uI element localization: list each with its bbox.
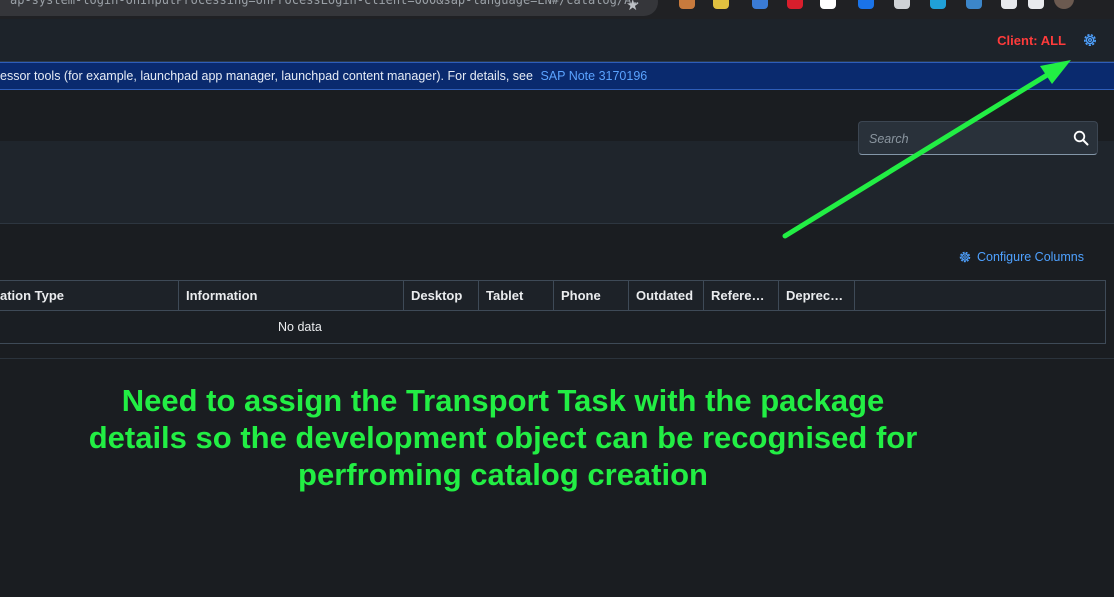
avatar[interactable] [1054,0,1074,9]
banner-text: essor tools (for example, launchpad app … [0,69,533,83]
extension-icon[interactable] [679,0,695,9]
column-header-reference[interactable]: Refere… [704,281,779,310]
extension-icon[interactable] [1001,0,1017,9]
browser-toolbar: ap-system-login-onInputProcessing=onProc… [0,0,1114,19]
extension-icon[interactable] [820,0,836,9]
search-icon[interactable] [1073,130,1089,146]
extension-icon[interactable] [1028,0,1044,9]
gear-icon [959,251,971,263]
address-bar[interactable]: ap-system-login-onInputProcessing=onProc… [0,0,658,16]
no-data-text: No data [278,320,322,334]
column-header-phone[interactable]: Phone [554,281,629,310]
configure-columns-button[interactable]: Configure Columns [958,250,1084,264]
bookmark-star-icon[interactable]: ★ [626,0,639,14]
annotation-line: Need to assign the Transport Task with t… [121,383,885,418]
extension-icon[interactable] [930,0,946,9]
annotation-line: perfroming catalog creation [298,457,708,492]
column-header-type[interactable]: ation Type [0,281,179,310]
settings-gear-icon[interactable] [1082,32,1098,48]
search-input[interactable] [859,122,1071,156]
column-header-deprecated[interactable]: Deprec… [779,281,855,310]
extension-icon[interactable] [787,0,803,9]
extension-icon[interactable] [966,0,982,9]
extension-icon[interactable] [713,0,729,9]
extension-icon[interactable] [894,0,910,9]
client-label: Client: ALL [997,33,1066,48]
column-header-desktop[interactable]: Desktop [404,281,479,310]
divider [0,358,1114,359]
sap-note-link[interactable]: SAP Note 3170196 [540,69,647,83]
info-banner: essor tools (for example, launchpad app … [0,62,1114,90]
extension-icon[interactable] [752,0,768,9]
table-body: No data [0,311,1106,344]
shell-bar: Client: ALL [0,19,1114,62]
column-header-tablet[interactable]: Tablet [479,281,554,310]
annotation-text: Need to assign the Transport Task with t… [0,382,1006,493]
configure-columns-label: Configure Columns [977,250,1084,264]
column-header-outdated[interactable]: Outdated [629,281,704,310]
search-field[interactable] [858,121,1098,156]
column-header-information[interactable]: Information [179,281,404,310]
extension-icon[interactable] [858,0,874,9]
annotation-line: details so the development object can be… [88,420,918,455]
table-header: ation Type Information Desktop Tablet Ph… [0,280,1106,311]
